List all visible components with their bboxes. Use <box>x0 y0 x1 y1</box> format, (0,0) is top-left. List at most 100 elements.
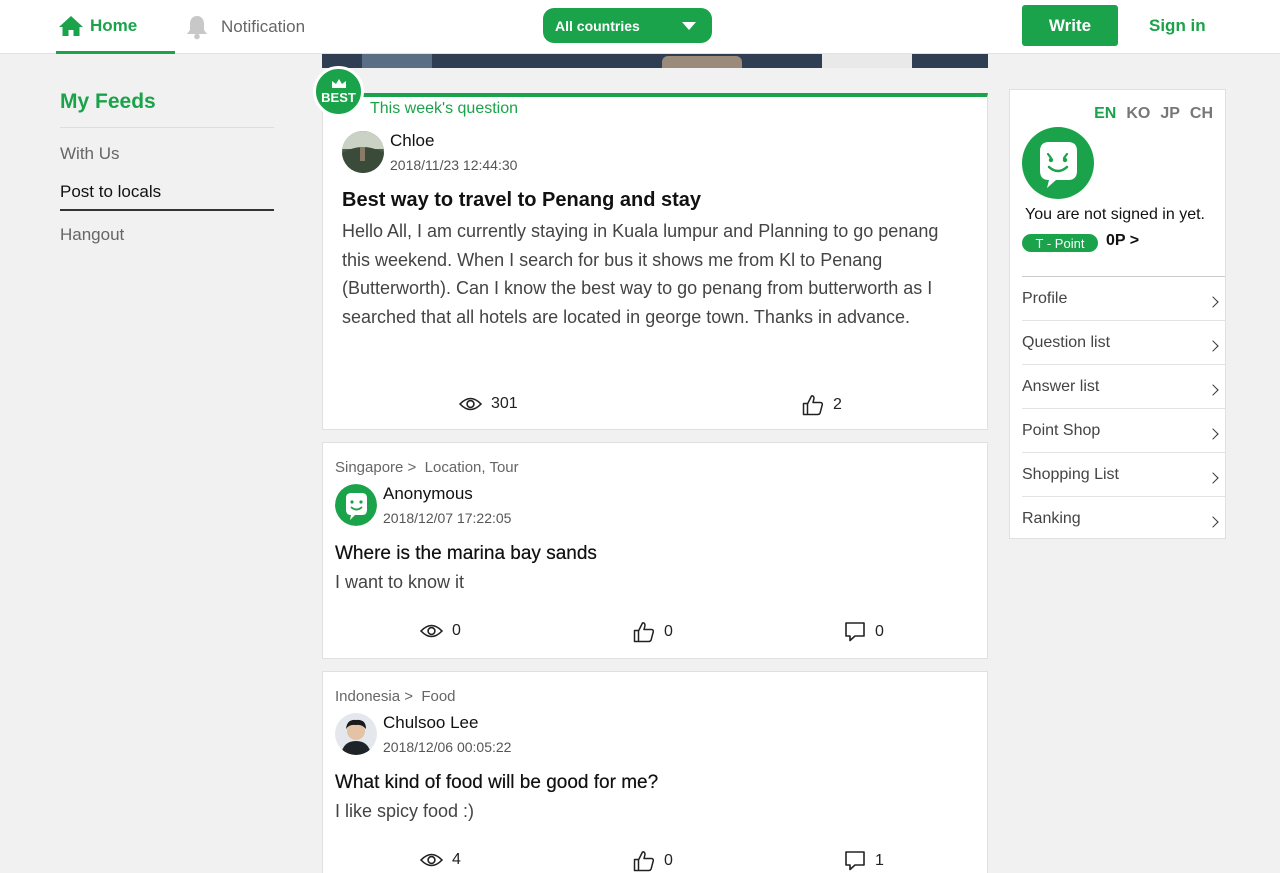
menu-item-profile[interactable]: Profile <box>1022 277 1225 321</box>
menu-item-answer-list[interactable]: Answer list <box>1022 365 1225 409</box>
post-author: Chloe 2018/11/23 12:44:30 <box>342 131 517 173</box>
post-card[interactable]: Indonesia > Food Chulsoo Lee 2018/12/06 … <box>322 671 988 873</box>
menu-item-ranking[interactable]: Ranking <box>1022 497 1225 541</box>
comment-count-value: 0 <box>875 622 884 640</box>
menu-item-label: Ranking <box>1022 510 1081 527</box>
crown-icon <box>331 79 346 88</box>
best-badge-label: BEST <box>321 90 356 105</box>
view-count-value: 0 <box>452 622 461 639</box>
avatar[interactable] <box>335 484 377 526</box>
best-badge: BEST <box>313 66 364 117</box>
chevron-right-icon <box>1207 516 1219 528</box>
menu-item-point-shop[interactable]: Point Shop <box>1022 409 1225 453</box>
question-title[interactable]: Where is the marina bay sands <box>335 543 597 565</box>
breadcrumb: Indonesia > Food <box>335 688 456 705</box>
menu-item-label: Profile <box>1022 289 1068 307</box>
like-count-value: 0 <box>664 852 673 869</box>
like-button[interactable]: 2 <box>802 394 842 416</box>
menu-item-question-list[interactable]: Question list <box>1022 321 1225 365</box>
thumbs-up-icon <box>802 395 824 416</box>
question-body: I like spicy food :) <box>335 801 475 821</box>
lang-ch[interactable]: CH <box>1190 105 1213 123</box>
breadcrumb-country[interactable]: Indonesia > <box>335 688 413 705</box>
thumbs-up-icon <box>633 622 655 643</box>
user-avatar[interactable] <box>1022 127 1094 204</box>
like-button[interactable]: 0 <box>633 850 673 872</box>
post-author: Chulsoo Lee 2018/12/06 00:05:22 <box>335 713 511 755</box>
comment-icon <box>845 622 865 642</box>
sidebar-item-with-us[interactable]: With Us <box>60 144 274 164</box>
like-button[interactable]: 0 <box>633 621 673 643</box>
lang-ko[interactable]: KO <box>1126 105 1150 123</box>
write-button[interactable]: Write <box>1022 5 1118 46</box>
weekly-question-label: This week's question <box>370 100 519 117</box>
chevron-right-icon <box>1207 383 1219 396</box>
nav-notification-label: Notification <box>221 17 306 36</box>
feeds-sidebar: My Feeds With Us Post to locals Hangout <box>60 90 274 245</box>
comment-button[interactable]: 1 <box>844 850 884 871</box>
smile-mascot-icon <box>335 484 377 526</box>
like-count-value: 0 <box>664 623 673 640</box>
comment-button[interactable]: 0 <box>844 621 884 642</box>
nav-home-tab[interactable]: Home <box>56 0 175 54</box>
eye-icon <box>420 853 443 867</box>
menu-item-label: Answer list <box>1022 377 1100 395</box>
breadcrumb: Singapore > Location, Tour <box>335 459 519 476</box>
breadcrumb-country[interactable]: Singapore > <box>335 459 416 476</box>
question-title[interactable]: Best way to travel to Penang and stay <box>342 189 701 212</box>
chevron-right-icon <box>1207 427 1219 440</box>
lang-en[interactable]: EN <box>1094 105 1116 123</box>
breadcrumb-category[interactable]: Location, Tour <box>425 459 519 476</box>
question-title[interactable]: What kind of food will be good for me? <box>335 772 658 794</box>
sidebar-item-hangout[interactable]: Hangout <box>60 225 274 245</box>
view-count: 4 <box>420 851 461 869</box>
post-author: Anonymous 2018/12/07 17:22:05 <box>335 484 511 526</box>
chevron-right-icon <box>1207 471 1219 484</box>
sidebar-item-post-to-locals[interactable]: Post to locals <box>60 182 274 211</box>
comment-icon <box>845 851 865 871</box>
view-count: 0 <box>420 622 461 640</box>
chevron-right-icon <box>1207 339 1219 352</box>
view-count: 301 <box>459 395 518 413</box>
best-question-card[interactable]: Chloe 2018/11/23 12:44:30 Best way to tr… <box>322 93 988 430</box>
view-count-value: 4 <box>452 851 461 868</box>
user-menu: Profile Question list Answer list Point … <box>1022 276 1225 541</box>
author-name[interactable]: Chloe <box>390 131 517 151</box>
question-body: Hello All, I am currently staying in Kua… <box>342 221 939 327</box>
like-count-value: 2 <box>833 396 842 413</box>
nav-home-label: Home <box>90 15 138 35</box>
author-name[interactable]: Chulsoo Lee <box>383 713 511 733</box>
avatar[interactable] <box>335 713 377 755</box>
menu-item-label: Question list <box>1022 333 1111 351</box>
comment-count-value: 1 <box>875 851 884 869</box>
post-date: 2018/12/06 00:05:22 <box>383 739 512 755</box>
country-select-value: All countries <box>555 17 640 34</box>
lang-jp[interactable]: JP <box>1160 105 1180 123</box>
thumbs-up-icon <box>633 851 655 872</box>
top-banner-image[interactable] <box>322 54 988 68</box>
sidebar-title: My Feeds <box>60 90 274 128</box>
menu-item-label: Point Shop <box>1022 421 1101 439</box>
caret-down-icon <box>682 22 696 30</box>
user-panel: EN KO JP CH You are not signed in yet. T… <box>1009 89 1226 539</box>
bell-icon <box>187 16 207 40</box>
eye-icon <box>420 624 443 638</box>
country-select[interactable]: All countries <box>543 8 712 43</box>
chevron-right-icon <box>1207 295 1219 308</box>
avatar[interactable] <box>342 131 384 173</box>
view-count-value: 301 <box>491 395 518 412</box>
author-name[interactable]: Anonymous <box>383 484 511 504</box>
menu-item-shopping-list[interactable]: Shopping List <box>1022 453 1225 497</box>
eye-icon <box>459 397 482 411</box>
post-date: 2018/11/23 12:44:30 <box>390 157 518 173</box>
post-card[interactable]: Singapore > Location, Tour Anonymous 201… <box>322 442 988 659</box>
home-icon <box>59 15 83 36</box>
post-date: 2018/12/07 17:22:05 <box>383 510 512 526</box>
nav-notification-tab[interactable]: Notification <box>185 0 305 54</box>
language-switcher: EN KO JP CH <box>1094 105 1213 123</box>
points-link[interactable]: 0P > <box>1106 232 1139 250</box>
smile-mascot-icon <box>1022 127 1094 199</box>
menu-item-label: Shopping List <box>1022 465 1119 483</box>
breadcrumb-category[interactable]: Food <box>421 688 455 705</box>
sign-in-link[interactable]: Sign in <box>1149 16 1206 36</box>
